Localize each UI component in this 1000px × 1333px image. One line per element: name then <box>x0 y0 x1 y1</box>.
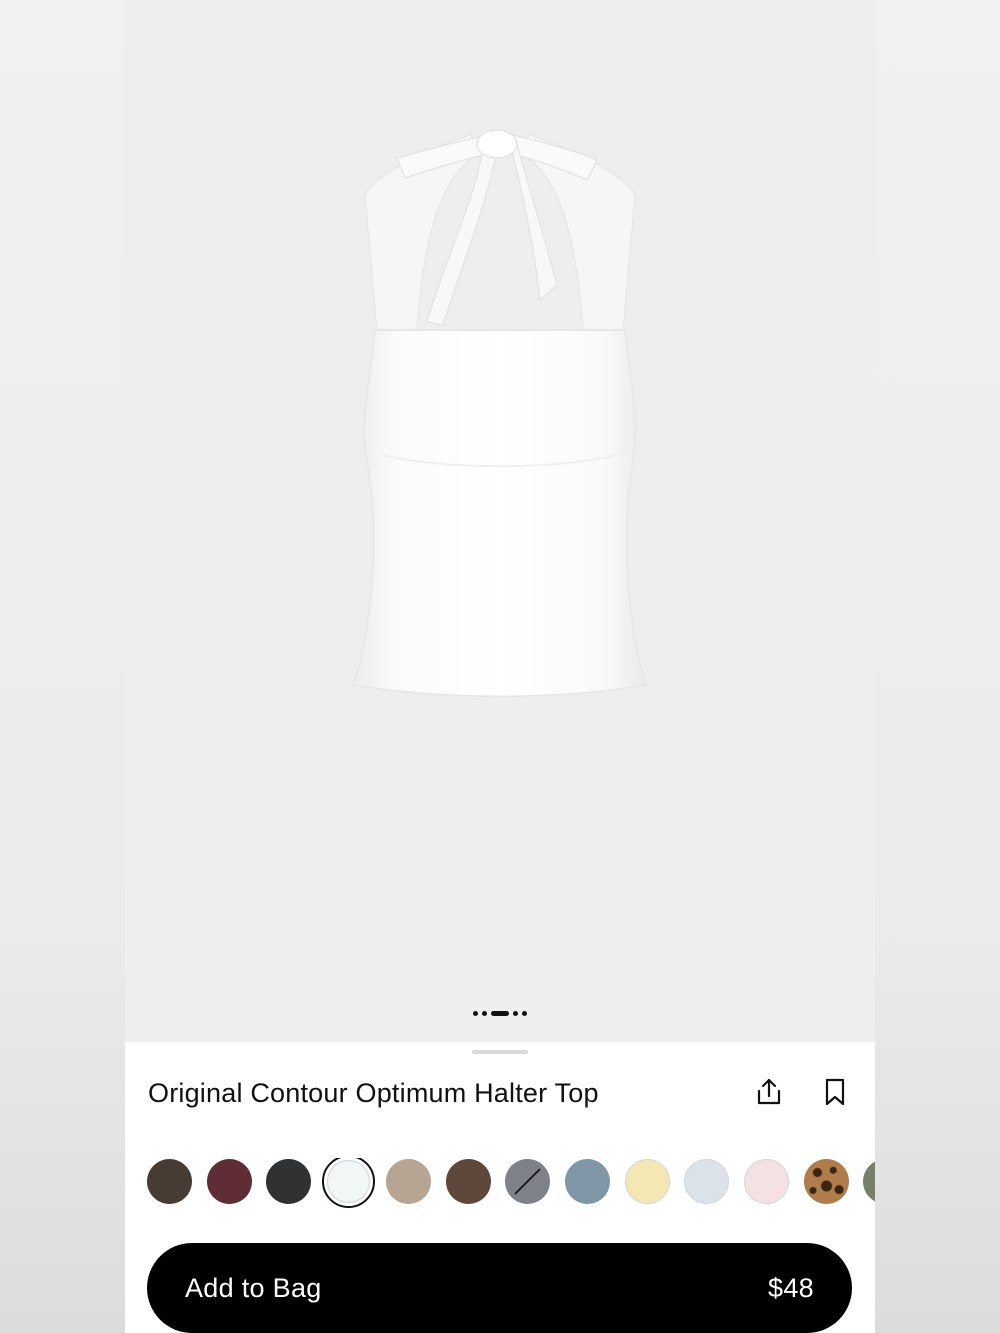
gallery-pagination[interactable] <box>125 1011 875 1016</box>
product-bottom-sheet: Original Contour Optimum Halter Top Add … <box>125 1042 875 1333</box>
swatch-gray-sold-out[interactable] <box>505 1159 550 1204</box>
gallery-dot[interactable] <box>522 1011 527 1016</box>
swatch-burgundy[interactable] <box>207 1159 252 1204</box>
swatch-cocoa[interactable] <box>446 1159 491 1204</box>
sheet-drag-handle[interactable] <box>472 1050 528 1054</box>
color-swatch-list <box>147 1158 875 1210</box>
swatch-charcoal[interactable] <box>266 1159 311 1204</box>
white-halter-top-image <box>351 129 649 697</box>
share-button[interactable] <box>753 1076 785 1108</box>
swatch-light-blue[interactable] <box>684 1159 729 1204</box>
add-to-bag-button[interactable]: Add to Bag $48 <box>147 1243 852 1333</box>
product-gallery[interactable] <box>125 0 875 1042</box>
sold-out-slash-icon <box>514 1168 541 1195</box>
add-to-bag-label: Add to Bag <box>185 1273 322 1303</box>
gallery-dot[interactable] <box>473 1011 478 1016</box>
swatch-leopard[interactable] <box>804 1159 849 1204</box>
gallery-dot[interactable] <box>513 1011 518 1016</box>
swatch-white[interactable] <box>322 1158 375 1208</box>
swatch-taupe[interactable] <box>386 1159 431 1204</box>
left-backdrop <box>0 0 125 1333</box>
swatch-olive[interactable] <box>863 1159 875 1204</box>
share-icon <box>757 1078 781 1105</box>
product-title: Original Contour Optimum Halter Top <box>148 1078 599 1108</box>
swatch-slate-blue[interactable] <box>565 1159 610 1204</box>
swatch-butter[interactable] <box>625 1159 670 1204</box>
price-label: $48 <box>768 1273 814 1303</box>
bookmark-button[interactable] <box>819 1076 851 1108</box>
right-backdrop <box>875 0 1000 1333</box>
gallery-dot[interactable] <box>482 1011 487 1016</box>
swatch-dark-brown[interactable] <box>147 1159 192 1204</box>
gallery-dot-active[interactable] <box>491 1011 509 1016</box>
swatch-pale-pink[interactable] <box>744 1159 789 1204</box>
bookmark-icon <box>825 1078 845 1106</box>
